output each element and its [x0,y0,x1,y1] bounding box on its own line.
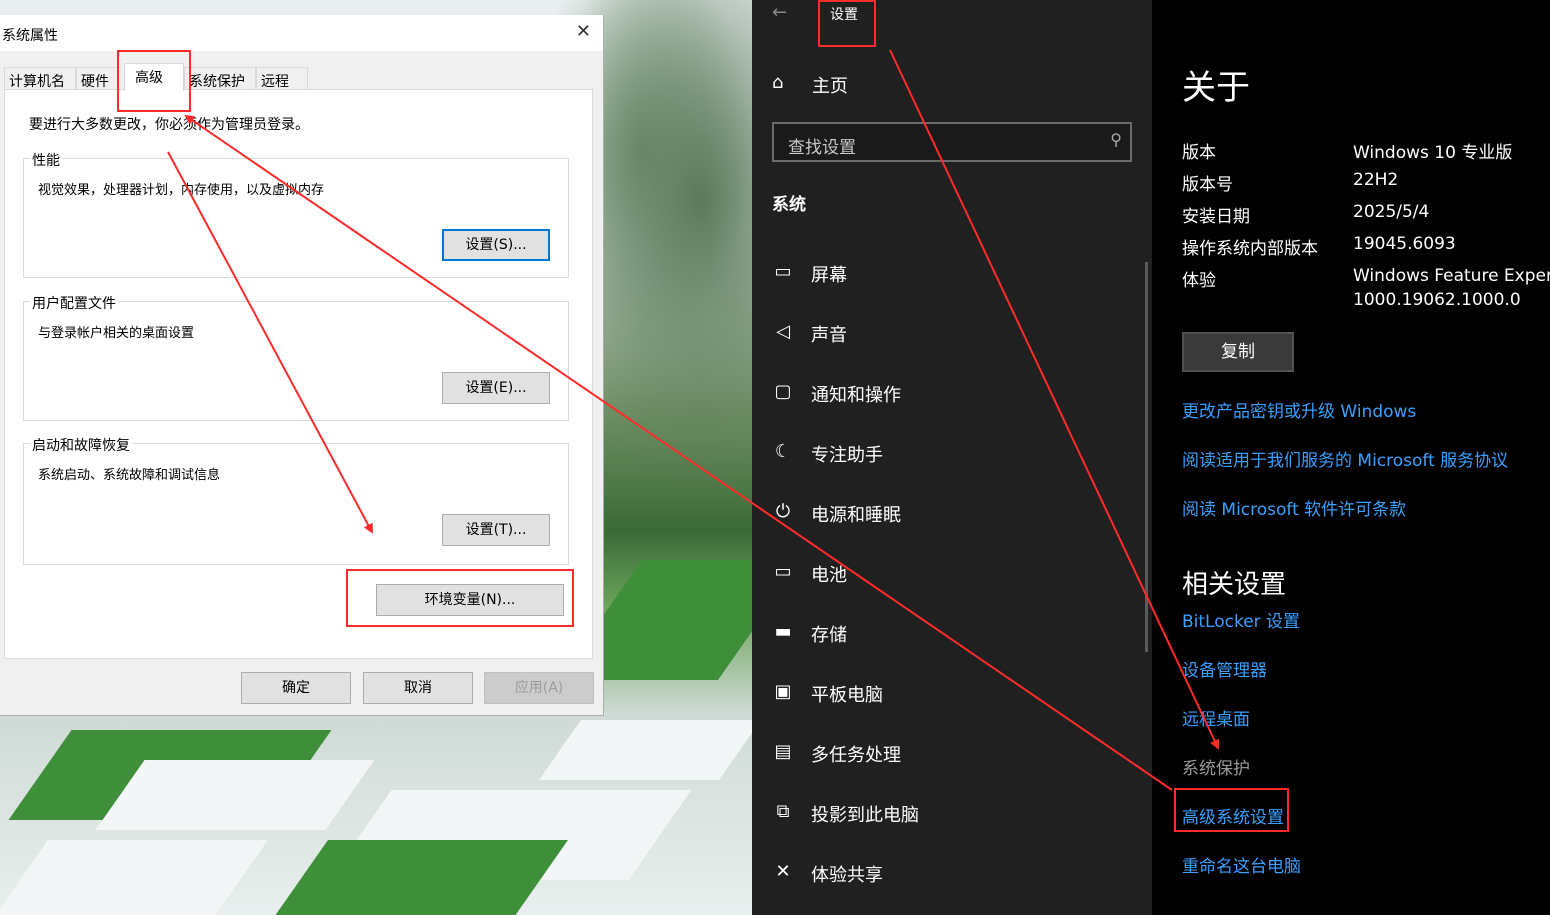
tab-remote[interactable]: 远程 [256,67,308,91]
nav-item-label: 投影到此电脑 [811,805,919,826]
annotation-box-advanced-settings [1174,788,1289,832]
power-icon: ⏻ [775,501,791,522]
ok-button[interactable]: 确定 [241,672,351,704]
nav-item-sound[interactable]: ◁ 声音 [772,318,1132,348]
annotation-box-settings-title [818,0,876,47]
link-system-protection[interactable]: 系统保护 [1182,754,1250,779]
close-icon[interactable]: ✕ [576,21,591,42]
link-change-product-key[interactable]: 更改产品密钥或升级 Windows [1182,397,1416,422]
nav-item-focus-assist[interactable]: ☾ 专注助手 [772,438,1132,468]
nav-item-label: 多任务处理 [811,745,901,766]
link-remote-desktop[interactable]: 远程桌面 [1182,705,1250,730]
settings-search-input[interactable]: 查找设置 ⚲ [772,122,1132,162]
link-services-agreement[interactable]: 阅读适用于我们服务的 Microsoft 服务协议 [1182,446,1508,471]
project-icon: ⧉ [776,801,790,822]
nav-item-storage[interactable]: ▬ 存储 [772,618,1132,648]
spec-value: 19045.6093 [1353,234,1456,254]
multitask-icon: ▤ [774,741,792,762]
monitor-icon: ▭ [774,261,792,282]
notification-icon: ▢ [774,381,792,402]
startup-recovery-group: 启动和故障恢复 系统启动、系统故障和调试信息 设置(T)... [23,435,569,565]
search-icon: ⚲ [1110,130,1122,149]
user-profiles-group-label: 用户配置文件 [30,293,118,313]
settings-navigation: ← 设置 ⌂ 主页 查找设置 ⚲ 系统 ▭ 屏幕 ◁ 声音 ▢ 通知和操作 ☾ … [752,0,1152,915]
moon-icon: ☾ [774,441,792,462]
nav-item-project[interactable]: ⧉ 投影到此电脑 [772,798,1132,828]
link-device-manager[interactable]: 设备管理器 [1182,656,1267,681]
nav-item-label: 电源和睡眠 [811,505,901,526]
nav-item-shared-experiences[interactable]: ✕ 体验共享 [772,858,1132,888]
nav-item-tablet[interactable]: ▣ 平板电脑 [772,678,1132,708]
tab-computer-name[interactable]: 计算机名 [4,67,76,91]
startup-recovery-description: 系统启动、系统故障和调试信息 [38,468,221,483]
dialog-titlebar: 系统属性 ✕ [0,15,603,51]
battery-icon: ▭ [774,561,792,582]
related-settings-title: 相关设置 [1182,570,1287,600]
spec-key: 安装日期 [1182,207,1250,227]
startup-recovery-settings-button[interactable]: 设置(T)... [442,514,550,546]
nav-item-label: 屏幕 [811,265,847,286]
storage-icon: ▬ [774,621,792,642]
nav-item-label: 电池 [811,565,847,586]
startup-recovery-group-label: 启动和故障恢复 [30,435,132,455]
nav-scrollbar[interactable] [1145,262,1148,652]
nav-item-power-sleep[interactable]: ⏻ 电源和睡眠 [772,498,1132,528]
admin-notice: 要进行大多数更改，你必须作为管理员登录。 [29,117,309,133]
nav-item-notifications[interactable]: ▢ 通知和操作 [772,378,1132,408]
tab-advanced[interactable]: 高级 [124,63,184,91]
nav-item-multitasking[interactable]: ▤ 多任务处理 [772,738,1132,768]
section-title-system: 系统 [772,195,806,215]
nav-item-label: 声音 [811,325,847,346]
nav-item-label: 通知和操作 [811,385,901,406]
performance-description: 视觉效果，处理器计划，内存使用，以及虚拟内存 [38,183,325,198]
nav-item-label: 体验共享 [811,865,883,886]
spec-value: 22H2 [1353,170,1399,190]
spec-key: 体验 [1182,271,1216,291]
link-bitlocker[interactable]: BitLocker 设置 [1182,607,1300,632]
apply-button[interactable]: 应用(A) [484,672,594,704]
link-license-terms[interactable]: 阅读 Microsoft 软件许可条款 [1182,495,1406,520]
nav-item-battery[interactable]: ▭ 电池 [772,558,1132,588]
spec-key: 版本 [1182,143,1216,163]
spec-value: Windows 10 专业版 [1353,143,1513,163]
user-profiles-settings-button[interactable]: 设置(E)... [442,372,550,404]
copy-button[interactable]: 复制 [1182,332,1294,372]
home-icon: ⌂ [772,72,784,93]
performance-settings-button[interactable]: 设置(S)... [442,229,550,261]
spec-key: 操作系统内部版本 [1182,239,1318,259]
spec-key: 版本号 [1182,175,1233,195]
page-title: 关于 [1182,68,1250,108]
performance-group-label: 性能 [30,150,62,170]
speaker-icon: ◁ [776,321,790,342]
tab-hardware[interactable]: 硬件 [76,67,118,91]
search-placeholder: 查找设置 [788,138,856,158]
nav-item-display[interactable]: ▭ 屏幕 [772,258,1132,288]
nav-home-label: 主页 [812,76,848,97]
spec-value: 2025/5/4 [1353,202,1430,222]
tab-system-protection[interactable]: 系统保护 [184,67,256,91]
cancel-button[interactable]: 取消 [363,672,473,704]
nav-item-label: 平板电脑 [811,685,883,706]
annotation-box-env-button [346,569,574,627]
spec-value: 1000.19062.1000.0 [1353,290,1521,310]
about-page: 关于 版本 Windows 10 专业版 版本号 22H2 安装日期 2025/… [1152,0,1550,915]
nav-item-label: 专注助手 [811,445,883,466]
performance-group: 性能 视觉效果，处理器计划，内存使用，以及虚拟内存 设置(S)... [23,150,569,278]
user-profiles-group: 用户配置文件 与登录帐户相关的桌面设置 设置(E)... [23,293,569,421]
tablet-icon: ▣ [774,681,792,702]
link-rename-pc[interactable]: 重命名这台电脑 [1182,852,1301,877]
nav-item-label: 存储 [811,625,847,646]
back-arrow-icon[interactable]: ← [772,2,787,23]
dialog-title: 系统属性 [2,28,58,44]
user-profiles-description: 与登录帐户相关的桌面设置 [38,326,195,341]
share-icon: ✕ [775,861,791,882]
spec-value: Windows Feature Experience Pack [1353,266,1550,286]
